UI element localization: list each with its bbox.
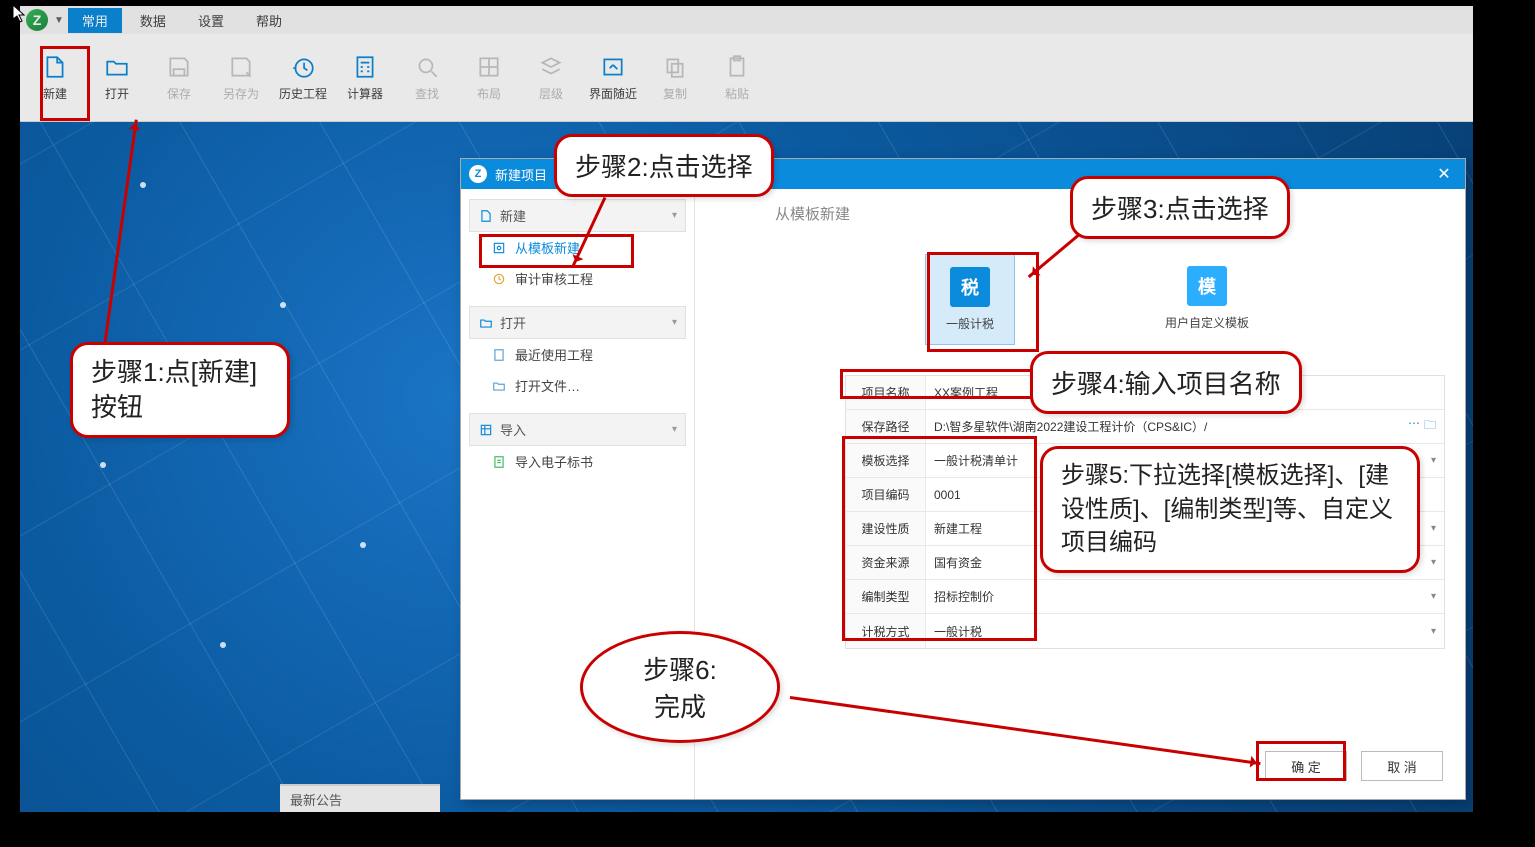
ok-button[interactable]: 确 定 <box>1265 751 1347 781</box>
open-label: 打开 <box>105 85 129 102</box>
saveas-icon <box>227 53 255 81</box>
open-button[interactable]: 打开 <box>92 53 142 102</box>
label-save-path: 保存路径 <box>846 410 926 443</box>
template-custom[interactable]: 模 用户自定义模板 <box>1145 254 1269 345</box>
logo-dropdown-icon[interactable]: ▼ <box>54 15 64 26</box>
find-label: 查找 <box>415 85 439 102</box>
history-label: 历史工程 <box>279 85 327 102</box>
chevron-down-icon: ▾ <box>1431 455 1436 466</box>
select-type[interactable]: 招标控制价▾ <box>926 580 1444 613</box>
template-general-label: 一般计税 <box>946 315 994 332</box>
layout-button: 布局 <box>464 53 514 102</box>
callout-step2: 步骤2:点击选择 <box>554 134 774 197</box>
saveas-button: 另存为 <box>216 53 266 102</box>
template-general-tax[interactable]: 税 一般计税 <box>925 254 1015 345</box>
select-tax[interactable]: 一般计税▾ <box>926 614 1444 648</box>
label-fund: 资金来源 <box>846 546 926 579</box>
layer-button: 层级 <box>526 53 576 102</box>
callout-step4: 步骤4:输入项目名称 <box>1030 351 1302 414</box>
group-new[interactable]: 新建▾ <box>469 199 686 232</box>
save-button: 保存 <box>154 53 204 102</box>
label-project-code: 项目编码 <box>846 478 926 511</box>
save-icon <box>165 53 193 81</box>
paste-label: 粘贴 <box>725 85 749 102</box>
recent-ui-icon <box>599 53 627 81</box>
copy-icon <box>661 53 689 81</box>
search-icon <box>413 53 441 81</box>
callout-step5: 步骤5:下拉选择[模板选择]、[建设性质]、[编制类型]等、自定义项目编码 <box>1040 446 1420 573</box>
callout-step6: 步骤6:完成 <box>580 631 780 743</box>
layout-label: 布局 <box>477 85 501 102</box>
layers-icon <box>537 53 565 81</box>
calculator-button[interactable]: 计算器 <box>340 53 390 102</box>
label-template: 模板选择 <box>846 444 926 477</box>
history-button[interactable]: 历史工程 <box>278 53 328 102</box>
ribbon-toolbar: 新建 打开 保存 另存为 历史工程 计算器 查找 布局 <box>20 34 1473 122</box>
group-open[interactable]: 打开▾ <box>469 306 686 339</box>
audit-icon <box>491 271 507 287</box>
chevron-down-icon: ▾ <box>1431 523 1436 534</box>
folder-open-icon <box>103 53 131 81</box>
custom-template-icon: 模 <box>1187 266 1227 306</box>
callout-step3: 步骤3:点击选择 <box>1070 176 1290 239</box>
save-label: 保存 <box>167 85 191 102</box>
ebid-icon <box>491 454 507 470</box>
folder-icon <box>478 315 494 331</box>
menubar: Z ▼ 常用 数据 设置 帮助 <box>20 6 1473 34</box>
layer-label: 层级 <box>539 85 563 102</box>
close-button[interactable]: ✕ <box>1423 159 1465 189</box>
chevron-down-icon: ▾ <box>1431 557 1436 568</box>
app-logo-icon: Z <box>26 9 48 31</box>
new-label: 新建 <box>43 85 67 102</box>
label-type: 编制类型 <box>846 580 926 613</box>
label-nature: 建设性质 <box>846 512 926 545</box>
menu-common[interactable]: 常用 <box>68 8 122 33</box>
menu-settings[interactable]: 设置 <box>184 8 238 33</box>
history-icon <box>289 53 317 81</box>
open-file-icon <box>491 378 507 394</box>
new-file-icon <box>41 53 69 81</box>
find-button: 查找 <box>402 53 452 102</box>
calc-label: 计算器 <box>347 85 383 102</box>
app-window: Z ▼ 常用 数据 设置 帮助 新建 打开 保存 另存为 历史工程 计算器 <box>14 0 1479 818</box>
copy-button: 复制 <box>650 53 700 102</box>
notice-bar: 最新公告 <box>280 784 440 812</box>
label-project-name: 项目名称 <box>846 376 926 409</box>
chevron-down-icon: ▾ <box>672 317 677 328</box>
sidebar-item-import-ebid[interactable]: 导入电子标书 <box>469 446 686 477</box>
callout-step1: 步骤1:点[新建]按钮 <box>70 342 290 438</box>
calculator-icon <box>351 53 379 81</box>
paste-icon <box>723 53 751 81</box>
sidebar-item-open-file[interactable]: 打开文件… <box>469 370 686 401</box>
new-file-icon <box>478 208 494 224</box>
chevron-down-icon: ▾ <box>1431 626 1436 637</box>
chevron-down-icon: ▾ <box>1431 591 1436 602</box>
dialog-title: 新建项目 <box>495 165 547 184</box>
chevron-down-icon: ▾ <box>672 424 677 435</box>
saveas-label: 另存为 <box>223 85 259 102</box>
new-button[interactable]: 新建 <box>30 53 80 102</box>
dialog-logo-icon: Z <box>469 165 487 183</box>
group-import[interactable]: 导入▾ <box>469 413 686 446</box>
menu-data[interactable]: 数据 <box>126 8 180 33</box>
folder-browse-icon[interactable]: 🗀 <box>1424 416 1436 437</box>
template-custom-label: 用户自定义模板 <box>1165 314 1249 331</box>
grid-icon <box>475 53 503 81</box>
input-save-path[interactable]: D:\智多星软件\湖南2022建设工程计价（CPS&IC）/ ⋯🗀 <box>926 410 1444 443</box>
chevron-down-icon: ▾ <box>672 210 677 221</box>
menu-help[interactable]: 帮助 <box>242 8 296 33</box>
paste-button: 粘贴 <box>712 53 762 102</box>
copy-label: 复制 <box>663 85 687 102</box>
import-icon <box>478 422 494 438</box>
cancel-button[interactable]: 取 消 <box>1361 751 1443 781</box>
template-icon <box>491 240 507 256</box>
recent-ui-label: 界面随近 <box>589 85 637 102</box>
label-tax: 计税方式 <box>846 614 926 648</box>
tax-icon: 税 <box>950 267 990 307</box>
ellipsis-icon[interactable]: ⋯ <box>1408 416 1420 437</box>
sidebar-item-recent[interactable]: 最近使用工程 <box>469 339 686 370</box>
cursor-icon <box>12 4 28 24</box>
recent-icon <box>491 347 507 363</box>
recent-ui-button[interactable]: 界面随近 <box>588 53 638 102</box>
